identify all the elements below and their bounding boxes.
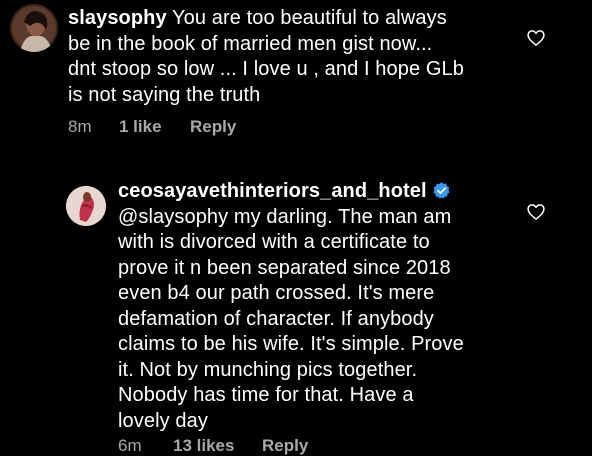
reply-button[interactable]: Reply <box>190 117 236 137</box>
timestamp: 8m <box>68 117 92 136</box>
comment-line: defamation of character. If anybody <box>118 307 434 330</box>
comment-line: claims to be his wife. It's simple. Prov… <box>118 333 464 355</box>
comment-text: ceosayavethinteriors_and_hotel @slaysoph… <box>118 179 538 434</box>
heart-outline-icon[interactable] <box>526 28 546 48</box>
likes-count[interactable]: 13 likes <box>173 436 262 456</box>
reply-button[interactable]: Reply <box>262 436 308 456</box>
likes-count[interactable]: 1 like <box>119 117 190 137</box>
username[interactable]: ceosayavethinteriors_and_hotel <box>118 180 427 202</box>
avatar-image <box>66 186 106 226</box>
comment-line: with is divorced with a certificate to <box>118 231 430 253</box>
comment-line: dnt stoop so low ... I love u , and I ho… <box>68 58 464 80</box>
avatar-image <box>10 4 58 52</box>
comment-line: @slaysophy my darling. The man am <box>118 205 452 228</box>
comment-line: be in the book of married men gist now..… <box>68 32 433 55</box>
comment-line: it. Not by munching pics together. <box>118 358 418 381</box>
comment-line: prove it n been separated since 2018 <box>118 256 451 279</box>
verified-badge-icon <box>433 182 450 199</box>
heart-outline-icon[interactable] <box>526 202 546 222</box>
avatar[interactable] <box>66 186 106 226</box>
comment-line: Nobody has time for that. Have a <box>118 384 414 406</box>
avatar[interactable] <box>10 4 58 52</box>
comment-line: even b4 our path crossed. It's mere <box>118 282 435 304</box>
timestamp: 6m <box>118 436 142 455</box>
comment-line: is not saying the truth <box>68 83 261 106</box>
comment-text: slaysophy You are too beautiful to alway… <box>68 6 548 108</box>
comment-meta: 6m 13 likes Reply <box>118 436 308 456</box>
comment-line: lovely day <box>118 409 208 432</box>
comment-line: You are too beautiful to always <box>166 7 447 29</box>
username[interactable]: slaysophy <box>68 7 167 29</box>
comment-meta: 8m 1 like Reply <box>68 117 236 137</box>
